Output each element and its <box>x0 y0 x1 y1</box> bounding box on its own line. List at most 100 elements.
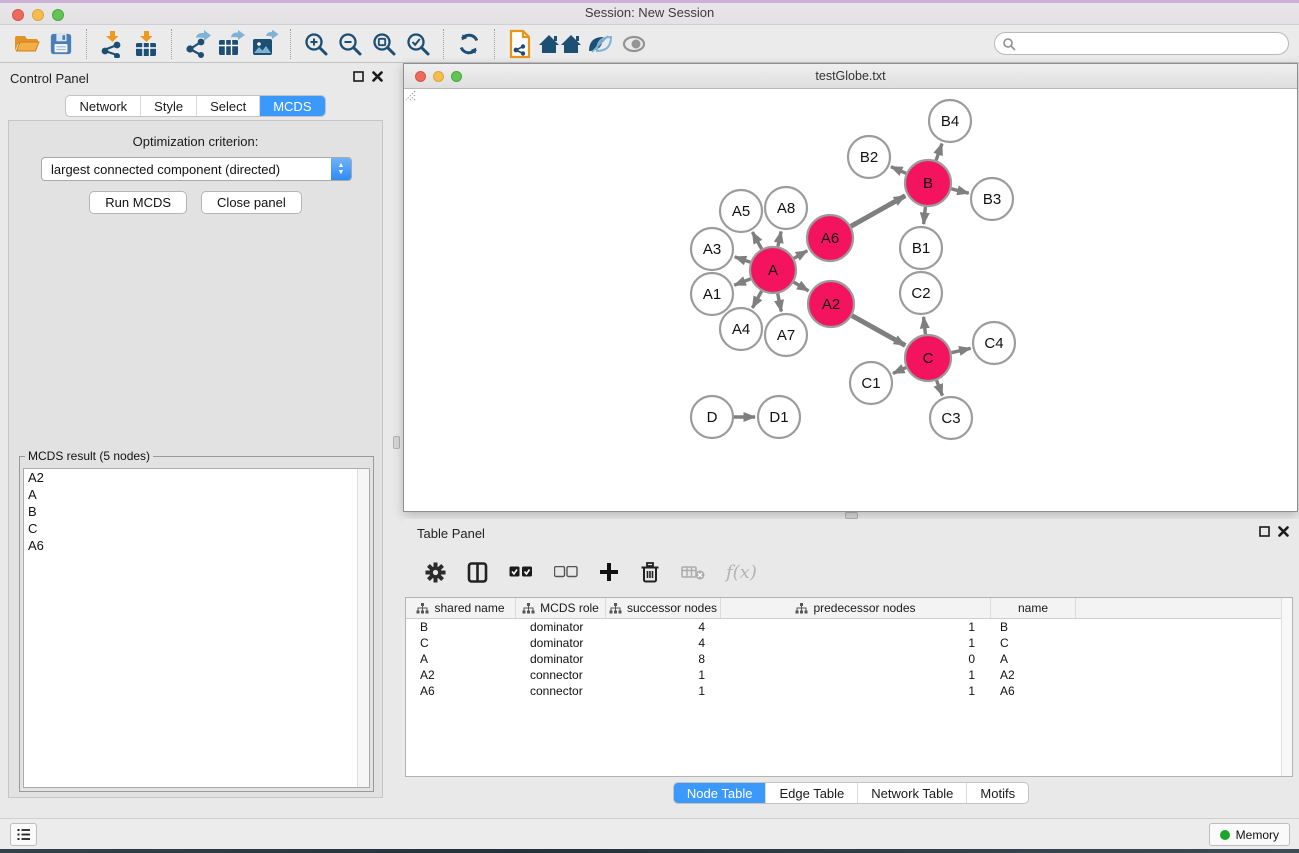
vertical-splitter-handle[interactable] <box>393 436 400 449</box>
unselect-all-columns-icon[interactable] <box>554 566 578 578</box>
edge-C-C4[interactable] <box>951 348 970 352</box>
graph-node-A5[interactable]: A5 <box>720 190 762 232</box>
table-settings-gear-icon[interactable] <box>425 562 446 583</box>
table-cell[interactable]: A6 <box>406 684 516 698</box>
export-network-button[interactable] <box>180 29 214 59</box>
graph-node-C2[interactable]: C2 <box>900 272 942 314</box>
graph-node-B3[interactable]: B3 <box>971 178 1013 220</box>
graph-node-B2[interactable]: B2 <box>848 136 890 178</box>
table-row[interactable]: A6connector11A6 <box>406 683 1292 699</box>
table-cell[interactable]: 1 <box>721 668 991 682</box>
table-cell[interactable]: 1 <box>721 620 991 634</box>
import-table-button[interactable] <box>129 29 163 59</box>
zoom-selected-button[interactable] <box>401 29 435 59</box>
graph-node-B4[interactable]: B4 <box>929 100 971 142</box>
tab-motifs[interactable]: Motifs <box>966 783 1028 803</box>
tab-style[interactable]: Style <box>140 96 196 116</box>
export-image-button[interactable] <box>248 29 282 59</box>
edge-B-B3[interactable] <box>951 189 968 193</box>
result-list-item[interactable]: A6 <box>24 537 369 554</box>
column-header-MCDS-role[interactable]: MCDS role <box>516 598 606 618</box>
edge-A-A4[interactable] <box>752 291 761 308</box>
edge-B-B4[interactable] <box>936 144 942 161</box>
edge-B-B2[interactable] <box>891 167 906 174</box>
table-cell[interactable]: 4 <box>606 620 721 634</box>
table-cell[interactable]: connector <box>516 684 606 698</box>
float-table-panel-icon[interactable] <box>1259 526 1270 537</box>
memory-button[interactable]: Memory <box>1209 823 1290 846</box>
edge-A-A2[interactable] <box>794 282 809 291</box>
edge-C-C1[interactable] <box>893 368 906 374</box>
table-row[interactable]: Cdominator41C <box>406 635 1292 651</box>
open-session-button[interactable] <box>10 29 44 59</box>
table-cell[interactable]: B <box>406 620 516 634</box>
tab-node-table[interactable]: Node Table <box>674 783 766 803</box>
open-network-file-button[interactable] <box>503 29 537 59</box>
table-cell[interactable]: 1 <box>606 684 721 698</box>
graph-node-C3[interactable]: C3 <box>930 397 972 439</box>
graph-node-D1[interactable]: D1 <box>758 396 800 438</box>
refresh-button[interactable] <box>452 29 486 59</box>
node-table[interactable]: shared nameMCDS rolesuccessor nodesprede… <box>405 597 1293 777</box>
graph-node-C4[interactable]: C4 <box>973 322 1015 364</box>
function-builder-icon[interactable]: f(x) <box>726 562 757 583</box>
hide-style-button[interactable] <box>583 29 617 59</box>
home-view-button[interactable] <box>537 29 583 59</box>
close-panel-button[interactable]: Close panel <box>201 191 302 214</box>
mcds-result-list[interactable]: A2ABCA6 <box>23 468 370 788</box>
float-panel-icon[interactable] <box>353 71 364 82</box>
export-table-button[interactable] <box>214 29 248 59</box>
graph-node-A8[interactable]: A8 <box>765 187 807 229</box>
table-row[interactable]: A2connector11A2 <box>406 667 1292 683</box>
delete-table-icon[interactable] <box>681 564 705 580</box>
zoom-fit-button[interactable] <box>367 29 401 59</box>
save-session-button[interactable] <box>44 29 78 59</box>
criterion-select[interactable]: largest connected component (directed) ▲… <box>41 157 352 181</box>
graph-node-A7[interactable]: A7 <box>765 314 807 356</box>
table-cell[interactable]: 1 <box>721 684 991 698</box>
task-history-button[interactable] <box>10 823 37 846</box>
edge-A2-C[interactable] <box>852 316 905 346</box>
tab-network-table[interactable]: Network Table <box>857 783 966 803</box>
edge-B-B1[interactable] <box>924 207 926 224</box>
tab-mcds[interactable]: MCDS <box>259 96 324 116</box>
graph-node-A[interactable]: A <box>750 247 796 293</box>
graph-node-C1[interactable]: C1 <box>850 362 892 404</box>
column-header-shared-name[interactable]: shared name <box>406 598 516 618</box>
tab-select[interactable]: Select <box>196 96 259 116</box>
table-cell[interactable]: A <box>991 652 1076 666</box>
graph-node-D[interactable]: D <box>691 396 733 438</box>
edge-C-C2[interactable] <box>924 317 926 334</box>
network-canvas[interactable]: AA1A2A3A4A5A6A7A8BB1B2B3B4CC1C2C3C4DD1 <box>404 89 1297 511</box>
table-cell[interactable]: dominator <box>516 636 606 650</box>
window-resize-grip[interactable] <box>404 89 416 101</box>
edge-A-A6[interactable] <box>794 251 807 259</box>
delete-columns-trash-icon[interactable] <box>640 561 660 583</box>
table-cell[interactable]: 8 <box>606 652 721 666</box>
table-cell[interactable]: 0 <box>721 652 991 666</box>
show-columns-icon[interactable] <box>467 562 488 583</box>
edge-A6-B[interactable] <box>851 196 905 227</box>
edge-A-A3[interactable] <box>735 257 751 262</box>
edge-C-C3[interactable] <box>937 380 943 395</box>
table-cell[interactable]: A <box>406 652 516 666</box>
column-header-predecessor-nodes[interactable]: predecessor nodes <box>721 598 991 618</box>
result-list-scrollbar[interactable] <box>357 469 369 787</box>
table-cell[interactable]: dominator <box>516 620 606 634</box>
add-column-icon[interactable] <box>599 562 619 582</box>
edge-A-A5[interactable] <box>752 232 761 249</box>
table-scrollbar[interactable] <box>1281 598 1292 776</box>
table-row[interactable]: Adominator80A <box>406 651 1292 667</box>
table-cell[interactable]: connector <box>516 668 606 682</box>
edge-A-A8[interactable] <box>778 232 781 247</box>
import-network-button[interactable] <box>95 29 129 59</box>
close-panel-icon[interactable] <box>372 71 383 82</box>
graph-node-A2[interactable]: A2 <box>808 281 854 327</box>
graph-node-A1[interactable]: A1 <box>691 273 733 315</box>
graph-node-C[interactable]: C <box>905 335 951 381</box>
zoom-out-button[interactable] <box>333 29 367 59</box>
run-mcds-button[interactable]: Run MCDS <box>89 191 187 214</box>
graph-node-B1[interactable]: B1 <box>900 227 942 269</box>
table-cell[interactable]: 4 <box>606 636 721 650</box>
table-cell[interactable]: A6 <box>991 684 1076 698</box>
